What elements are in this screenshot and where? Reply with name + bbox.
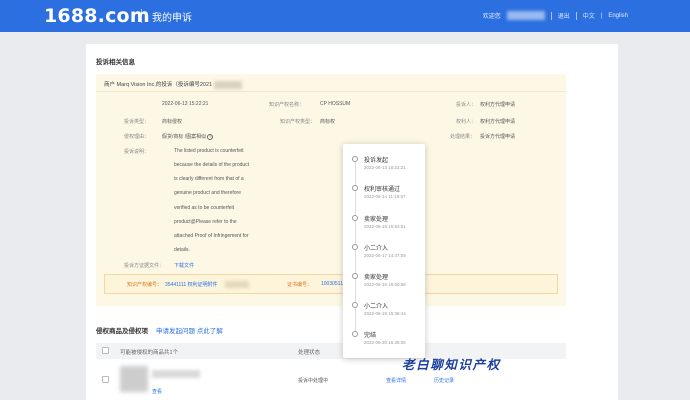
description-line: because the details of the product — [174, 162, 250, 168]
timeline-dot — [352, 156, 358, 162]
column-status: 处理状态 — [298, 350, 321, 356]
reason-extra: /商标 /图案相似 — [172, 134, 207, 140]
result-value: 投诉方代理申请 — [480, 134, 516, 140]
step-time: 2022-06-19 16:00:58 — [364, 282, 406, 287]
step-label: 卖家处理 — [364, 217, 389, 223]
username-blurred — [506, 11, 545, 20]
step-time: 2022-06-19 15:36:44 — [364, 311, 406, 316]
description-line: verified as to be counterfeit — [174, 205, 235, 211]
step-label: 小二介入 — [364, 246, 389, 252]
progress-timeline-popup: 投诉发起 2022-06-13 15:22:21 权利审核通过 2022-06-… — [343, 144, 425, 358]
type-label: 投诉类型： — [124, 119, 150, 125]
products-help-link[interactable]: 申请发起问题 点此了解 — [156, 325, 223, 335]
description-line: genuine product and therefore — [174, 190, 241, 196]
watermark-text: 老白聊知识产权 — [402, 357, 501, 372]
step-time: 2022-06-17 14:47:09 — [364, 253, 406, 258]
step-label: 权利审核通过 — [364, 187, 401, 193]
product-thumbnail — [120, 366, 148, 392]
description-line: attached Proof of Infringement for — [174, 233, 249, 239]
complaint-info-header: 商户 Marq Vision Inc.的投诉（投诉编号2021 — [96, 74, 566, 92]
header-user-area: 欢迎您 退出 中文 | English — [483, 11, 628, 20]
description-line: details. — [174, 247, 190, 253]
complaint-head-label: 商户 Marq Vision Inc.的投诉（投诉编号2021 — [104, 82, 213, 88]
result-label: 处理结果： — [450, 134, 476, 140]
reason-value: 假货/商标 /图案相似? — [162, 133, 214, 140]
row-checkbox[interactable] — [102, 376, 109, 383]
complaint-date: 2022-06-13 15:22:21 — [162, 101, 209, 107]
top-header: 1688.com 我的申诉 欢迎您 退出 中文 | English — [0, 0, 690, 32]
step-time: 2022-06-16 15:53:51 — [364, 224, 406, 229]
download-file-link[interactable]: 下载文件 — [174, 262, 194, 269]
description-label: 投诉说明： — [124, 149, 150, 155]
products-section-title: 侵权商品及侵权项 — [96, 328, 148, 335]
select-all-checkbox[interactable] — [102, 347, 109, 354]
blurred-value — [225, 281, 249, 288]
language-english[interactable]: English — [608, 13, 628, 19]
history-link[interactable]: 历史记录 — [434, 377, 454, 384]
rights-value: CP HOSSUM — [320, 101, 351, 107]
product-view-link[interactable]: 查看 — [152, 388, 162, 395]
owner-label: 权利人： — [456, 119, 477, 125]
description-line: The listed product is counterfeit — [174, 148, 244, 154]
step-label: 小二介入 — [364, 304, 389, 310]
site-logo[interactable]: 1688.com — [44, 5, 150, 27]
type-value: 商标侵权 — [162, 119, 183, 125]
attachment-label: 投诉方证据文件： — [124, 263, 165, 269]
timeline-dot — [352, 185, 358, 191]
view-details-link[interactable]: 查看详情 — [386, 377, 406, 384]
reason-label: 侵权理由： — [124, 134, 150, 140]
page-title: 我的申诉 — [152, 13, 192, 24]
complaint-info-box: 商户 Marq Vision Inc.的投诉（投诉编号2021 2022-06-… — [96, 74, 566, 306]
timeline-dot — [352, 273, 358, 279]
type2-label: 知识产权类型： — [280, 119, 316, 125]
cert-label: 证书编号： — [287, 282, 313, 288]
column-product: 可能被侵权的商品共1个 — [120, 350, 179, 356]
language-separator: | — [600, 12, 603, 19]
complaint-head-text: 商户 Marq Vision Inc.的投诉（投诉编号2021 — [104, 80, 243, 89]
timeline-dot — [352, 331, 358, 337]
role-value: 权利方代理申请 — [480, 102, 516, 108]
language-chinese[interactable]: 中文 — [583, 11, 595, 20]
type2-value: 商标权 — [320, 119, 336, 125]
logo-divider — [141, 9, 142, 23]
ip-number-label: 知识产权编号： — [127, 282, 163, 288]
ip-info-bar: 知识产权编号： 35441111 权利证明附件 证书编号： 10030511 — [104, 274, 558, 294]
logout-link[interactable]: 退出 — [558, 11, 570, 20]
ip-proof-link[interactable]: 35441111 权利证明附件 — [165, 281, 218, 288]
divider — [550, 11, 552, 20]
rights-label: 知识产权名称： — [269, 102, 305, 108]
help-icon[interactable]: ? — [207, 133, 214, 140]
description-line: product@Please refer to the — [174, 219, 237, 225]
owner-value: 权利方代理申请 — [480, 119, 516, 125]
step-label: 完结 — [364, 333, 377, 339]
product-name-blurred — [152, 370, 200, 378]
description-line: is clearly different from that of a — [174, 176, 244, 182]
role-label: 投诉人： — [456, 102, 477, 108]
timeline-dot — [352, 244, 358, 250]
welcome-text: 欢迎您 — [482, 14, 501, 20]
step-label: 投诉发起 — [364, 158, 389, 164]
product-status: 投诉中处理中 — [298, 378, 329, 384]
reason-main: 假货 — [162, 134, 173, 140]
complaint-id-blurred — [214, 80, 243, 89]
timeline-dot — [352, 302, 358, 308]
step-time: 2022-06-13 15:22:21 — [364, 165, 406, 170]
step-label: 卖家处理 — [364, 275, 389, 281]
step-time: 2022-06-14 11:19:57 — [364, 194, 406, 199]
timeline-dot — [352, 215, 358, 221]
cert-value[interactable]: 10030511 — [321, 281, 343, 287]
step-time: 2022-06-20 15:35:06 — [364, 340, 406, 345]
divider — [575, 11, 577, 20]
complaint-section-title: 投诉相关信息 — [96, 59, 135, 66]
